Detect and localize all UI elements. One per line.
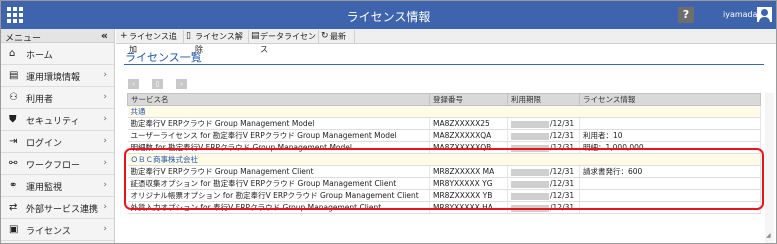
reg-number-cell: MA8ZXXXXXQA <box>429 129 508 142</box>
toolbar: + ライセンス追加 ▯ ライセンス解除 ▤ データライセンス ↻ 最新 <box>116 29 776 54</box>
top-bar: ライセンス情報 ? iyamada <box>1 1 776 29</box>
user-name[interactable]: iyamada <box>723 10 758 19</box>
scrollbar[interactable]: ◢ <box>765 93 774 243</box>
sidebar-item[interactable]: ▤ 運用環境情報 › <box>1 65 114 87</box>
refresh-label: 最新 <box>330 32 346 41</box>
redacted-year <box>511 120 549 128</box>
expiry-cell: /12/31 <box>507 117 580 130</box>
redacted-year <box>511 132 549 140</box>
refresh-button[interactable]: ↻ 最新 <box>319 30 355 43</box>
avatar[interactable] <box>757 7 772 22</box>
shield-icon: ⛊ <box>9 114 17 125</box>
help-button[interactable]: ? <box>678 7 694 23</box>
highlight-annotation <box>124 148 764 210</box>
server-icon: ▤ <box>9 70 19 81</box>
sidebar-item-label: ホーム <box>26 51 53 61</box>
home-icon: ⌂ <box>9 48 16 59</box>
expiry-value: /12/31 <box>550 131 575 140</box>
column-header-info[interactable]: ライセンス情報 <box>579 93 761 106</box>
expiry-cell: /12/31 <box>507 129 580 142</box>
service-name-cell: ユーザーライセンス for 勘定奉行V ERPクラウド Group Manage… <box>127 129 430 142</box>
group-row: 共通 <box>127 105 761 118</box>
sidebar-item-label: 運用監視 <box>26 183 63 193</box>
chevron-right-icon: › <box>103 224 107 234</box>
link-icon: ⇄ <box>9 202 18 213</box>
chevron-right-icon: › <box>103 92 107 102</box>
menu-heading: メニュー « <box>1 29 114 44</box>
expiry-value: /12/31 <box>550 119 575 128</box>
license-info-cell <box>579 117 761 130</box>
page-indicator-icon: ▯ <box>152 79 163 89</box>
sidebar-item-label: ワークフロー <box>26 161 81 171</box>
page-title: ライセンス一覧 <box>125 51 202 64</box>
resize-corner-icon: ◢ <box>766 232 771 239</box>
plus-icon: + <box>120 31 128 41</box>
column-header-service[interactable]: サービス名 <box>127 93 430 106</box>
add-license-button[interactable]: + ライセンス追加 <box>118 30 184 54</box>
document-icon: ▤ <box>251 31 260 41</box>
license-info-cell: 利用者：10 <box>579 129 761 142</box>
column-header-reg[interactable]: 登録番号 <box>429 93 508 106</box>
sidebar-item[interactable]: ⚭ 運用監視 › <box>1 175 114 197</box>
chevron-right-icon: › <box>103 180 107 190</box>
table-row[interactable]: 勘定奉行V ERPクラウド Group Management Model MA8Z… <box>127 117 761 130</box>
remove-license-button[interactable]: ▯ ライセンス解除 <box>184 30 249 54</box>
login-icon: ⇥ <box>9 136 18 147</box>
chevron-right-icon: › <box>103 136 107 146</box>
table-row[interactable]: ユーザーライセンス for 勘定奉行V ERPクラウド Group Manage… <box>127 129 761 142</box>
binoculars-icon: ⚭ <box>9 180 18 191</box>
sidebar-item[interactable]: ⛊ セキュリティ › <box>1 109 114 131</box>
prev-page-icon[interactable]: ‹ <box>128 79 139 89</box>
next-page-icon[interactable]: › <box>176 79 187 89</box>
sidebar-item[interactable]: ⇄ 外部サービス連携 › <box>1 197 114 219</box>
sidebar-item[interactable]: ⚇ 利用者 › <box>1 87 114 109</box>
service-name-cell: 勘定奉行V ERPクラウド Group Management Model <box>127 117 430 130</box>
sidebar: メニュー « ⌂ ホーム ▤ 運用環境情報 › ⚇ 利用者 › ⛊ セキュリティ › ⇥ ログイン › ⚯ ワ… <box>1 29 115 243</box>
column-header-expiry[interactable]: 利用期限 <box>507 93 580 106</box>
page-header-title: ライセンス情報 <box>346 10 431 24</box>
reg-number-cell: MA8ZXXXXX25 <box>429 117 508 130</box>
sidebar-item-label: セキュリティ <box>26 117 80 127</box>
license-icon: ▣ <box>9 224 19 235</box>
workflow-icon: ⚯ <box>9 158 18 169</box>
chevron-right-icon: › <box>103 70 107 80</box>
data-license-button[interactable]: ▤ データライセンス <box>249 30 319 54</box>
group-label: 共通 <box>127 105 761 118</box>
sidebar-item[interactable]: ⇥ ログイン › <box>1 131 114 153</box>
chevron-right-icon: › <box>103 202 107 212</box>
chevron-right-icon: › <box>103 114 107 124</box>
chevron-right-icon: › <box>103 158 107 168</box>
sidebar-item[interactable]: ⚯ ワークフロー › <box>1 153 114 175</box>
sidebar-item[interactable]: ⌂ ホーム <box>1 43 114 65</box>
sidebar-item-label: ライセンス <box>26 227 71 237</box>
collapse-icon[interactable]: « <box>101 29 108 42</box>
sidebar-item-label: 運用環境情報 <box>26 73 81 83</box>
sidebar-item-label: 利用者 <box>26 95 54 105</box>
table-header-row: サービス名 登録番号 利用期限 ライセンス情報 <box>127 93 761 106</box>
sidebar-item-label: 外部サービス連携 <box>26 205 99 215</box>
title-divider <box>124 64 764 65</box>
users-icon: ⚇ <box>9 92 18 103</box>
sidebar-item[interactable]: ▣ ライセンス › <box>1 219 114 241</box>
refresh-icon: ↻ <box>321 31 329 41</box>
trash-icon: ▯ <box>186 31 191 41</box>
sidebar-item-label: ログイン <box>26 139 63 149</box>
